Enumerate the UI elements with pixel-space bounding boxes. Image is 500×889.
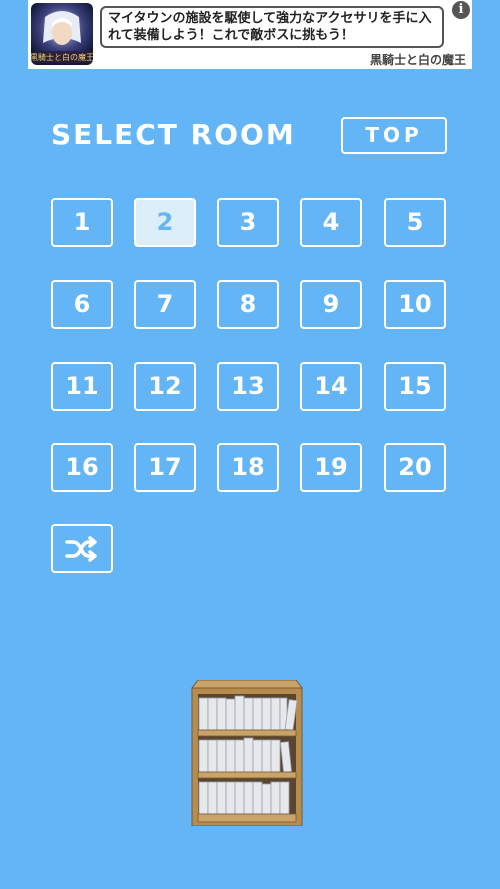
room-button-8[interactable]: 8	[217, 280, 279, 329]
room-button-12[interactable]: 12	[134, 362, 196, 411]
room-button-9[interactable]: 9	[300, 280, 362, 329]
ad-brand-name[interactable]: 黒騎士と白の魔王	[370, 51, 466, 68]
room-button-6[interactable]: 6	[51, 280, 113, 329]
room-button-17[interactable]: 17	[134, 443, 196, 492]
ad-text[interactable]: マイタウンの施設を駆使して強力なアクセサリを手に入れて装備しよう！これで敵ボスに…	[100, 6, 444, 48]
room-button-20[interactable]: 20	[384, 443, 446, 492]
top-button[interactable]: TOP	[341, 117, 447, 154]
room-button-15[interactable]: 15	[384, 362, 446, 411]
room-button-16[interactable]: 16	[51, 443, 113, 492]
room-button-5[interactable]: 5	[384, 198, 446, 247]
room-button-7[interactable]: 7	[134, 280, 196, 329]
bookshelf-illustration	[190, 679, 304, 827]
room-button-2[interactable]: 2	[134, 198, 196, 247]
room-button-14[interactable]: 14	[300, 362, 362, 411]
room-button-3[interactable]: 3	[217, 198, 279, 247]
room-button-19[interactable]: 19	[300, 443, 362, 492]
room-button-1[interactable]: 1	[51, 198, 113, 247]
page-title: SELECT ROOM	[51, 118, 296, 151]
shuffle-icon	[65, 535, 97, 562]
room-button-18[interactable]: 18	[217, 443, 279, 492]
svg-text:黒騎士と白の魔王: 黒騎士と白の魔王	[31, 52, 93, 62]
room-button-4[interactable]: 4	[300, 198, 362, 247]
room-button-11[interactable]: 11	[51, 362, 113, 411]
info-icon[interactable]: i	[452, 1, 470, 19]
shuffle-button[interactable]	[51, 524, 113, 573]
ad-banner[interactable]: 黒騎士と白の魔王 マイタウンの施設を駆使して強力なアクセサリを手に入れて装備しよ…	[28, 0, 472, 69]
ad-game-thumbnail[interactable]: 黒騎士と白の魔王	[31, 3, 93, 65]
room-button-10[interactable]: 10	[384, 280, 446, 329]
room-button-13[interactable]: 13	[217, 362, 279, 411]
